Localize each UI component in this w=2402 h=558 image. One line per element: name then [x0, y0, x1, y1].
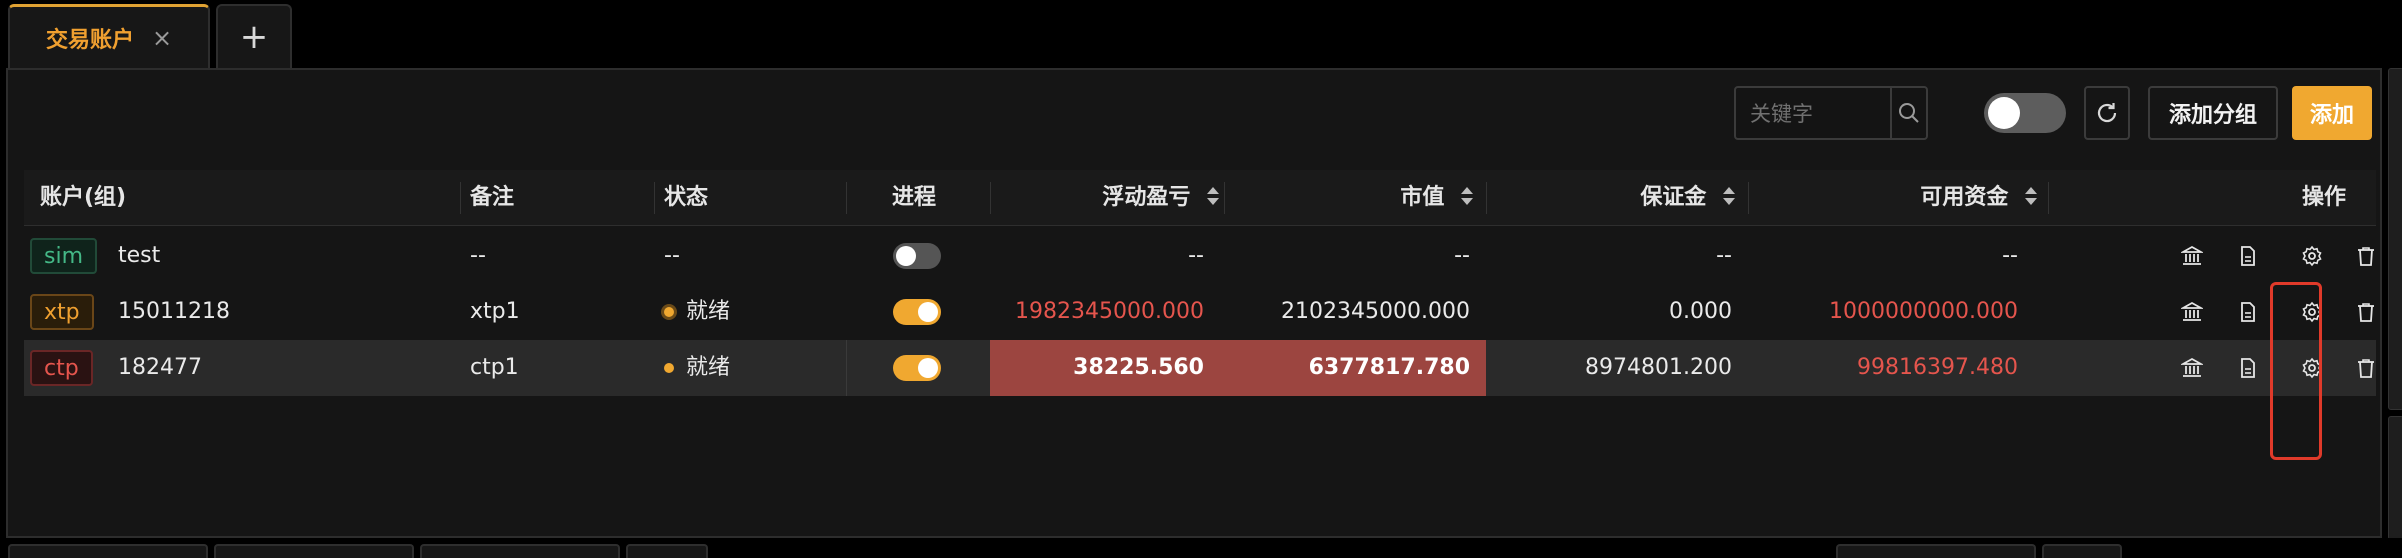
- settings-highlight-box: [2270, 282, 2322, 460]
- status-dot: [664, 307, 674, 317]
- margin-cell: 0.000: [1669, 299, 1732, 324]
- table-row[interactable]: xtp 15011218 xtp1 就绪 1982345000.000 2102…: [24, 284, 2376, 340]
- display-toggle[interactable]: [1984, 93, 2066, 133]
- header-margin[interactable]: 保证金: [1486, 170, 1736, 226]
- bottom-tab[interactable]: [8, 544, 208, 558]
- sort-icon: [1723, 187, 1735, 205]
- status-cell: 就绪: [664, 340, 730, 396]
- account-type-tag: ctp: [30, 350, 93, 386]
- search-icon: [1899, 103, 1919, 123]
- bottom-tab[interactable]: [214, 544, 414, 558]
- header-floating-pnl-label: 浮动盈亏: [1102, 185, 1191, 210]
- column-divider: [654, 182, 655, 214]
- table-row[interactable]: sim test -- -- -- -- -- --: [24, 228, 2376, 284]
- status-text: 就绪: [686, 355, 731, 380]
- tab-bar: 交易账户 × +: [0, 0, 2402, 70]
- add-group-button[interactable]: 添加分组: [2148, 86, 2278, 140]
- bank-icon[interactable]: [2181, 357, 2203, 379]
- bottom-tab[interactable]: [2042, 544, 2122, 558]
- account-id: test: [118, 243, 161, 268]
- plus-icon: +: [239, 17, 269, 57]
- status-cell: --: [664, 243, 680, 268]
- column-divider: [846, 340, 847, 396]
- floating-pnl-cell: --: [1188, 243, 1204, 268]
- market-value-cell: --: [1454, 243, 1470, 268]
- settings-gear-icon[interactable]: [2301, 245, 2323, 267]
- note-cell: xtp1: [470, 299, 520, 324]
- header-available-label: 可用资金: [1920, 185, 2009, 210]
- scrollbar-track-lower[interactable]: [2388, 416, 2402, 540]
- document-icon[interactable]: [2237, 357, 2259, 379]
- available-funds-cell: --: [2002, 243, 2018, 268]
- sort-icon: [1207, 187, 1219, 205]
- header-actions: 操作: [2302, 185, 2347, 210]
- market-value-cell: 2102345000.000: [1281, 299, 1470, 324]
- tab-trading-accounts[interactable]: 交易账户 ×: [8, 4, 210, 68]
- available-funds-cell: 1000000000.000: [1829, 299, 2018, 324]
- add-tab-button[interactable]: +: [216, 4, 292, 68]
- bank-icon[interactable]: [2181, 245, 2203, 267]
- toggle-knob: [1988, 97, 2020, 129]
- column-divider: [460, 182, 461, 214]
- header-floating-pnl[interactable]: 浮动盈亏: [990, 170, 1220, 226]
- right-scrollbar[interactable]: [2384, 68, 2402, 540]
- header-margin-label: 保证金: [1640, 185, 1707, 210]
- process-toggle[interactable]: [893, 243, 941, 269]
- tab-label: 交易账户: [45, 27, 134, 53]
- trash-icon[interactable]: [2355, 357, 2377, 379]
- column-divider: [2048, 182, 2049, 214]
- table-header: 账户(组) 备注 状态 进程 浮动盈亏 市值 保证金 可用资金 操作: [24, 170, 2376, 226]
- available-funds-cell: 99816397.480: [1857, 355, 2018, 380]
- bottom-tab[interactable]: [626, 544, 708, 558]
- document-icon[interactable]: [2237, 301, 2259, 323]
- header-account[interactable]: 账户(组): [40, 170, 126, 226]
- add-account-button[interactable]: 添加: [2292, 86, 2372, 140]
- table-row-selected[interactable]: ctp 182477 ctp1 就绪 38225.560 6377817.780…: [24, 340, 2376, 396]
- process-toggle[interactable]: [893, 299, 941, 325]
- refresh-button[interactable]: [2084, 86, 2130, 140]
- document-icon[interactable]: [2237, 245, 2259, 267]
- status-dot: [664, 363, 674, 373]
- header-available-funds[interactable]: 可用资金: [1748, 170, 2038, 226]
- refresh-icon: [2097, 103, 2117, 123]
- note-cell: --: [470, 243, 486, 268]
- note-cell: ctp1: [470, 355, 519, 380]
- column-divider: [846, 182, 847, 214]
- header-market-value[interactable]: 市值: [1224, 170, 1474, 226]
- floating-pnl-cell: 1982345000.000: [1015, 299, 1204, 324]
- process-toggle[interactable]: [893, 355, 941, 381]
- sort-icon: [2025, 187, 2037, 205]
- bank-icon[interactable]: [2181, 301, 2203, 323]
- header-note[interactable]: 备注: [470, 170, 514, 226]
- sort-icon: [1461, 187, 1473, 205]
- account-id: 15011218: [118, 299, 230, 324]
- scrollbar-track-upper[interactable]: [2388, 68, 2402, 410]
- bottom-tab[interactable]: [1836, 544, 2036, 558]
- status-cell: 就绪: [664, 284, 730, 340]
- header-market-value-label: 市值: [1400, 185, 1445, 210]
- market-value-cell: 6377817.780: [1308, 355, 1470, 380]
- close-icon[interactable]: ×: [152, 26, 172, 50]
- header-status[interactable]: 状态: [664, 170, 708, 226]
- trash-icon[interactable]: [2355, 245, 2377, 267]
- account-type-tag: xtp: [30, 294, 94, 330]
- search-button[interactable]: [1890, 88, 1926, 138]
- account-type-tag: sim: [30, 238, 98, 274]
- search-box: [1734, 86, 1928, 140]
- bottom-tab[interactable]: [420, 544, 620, 558]
- bottom-tab-strip: [0, 538, 2402, 558]
- status-text: 就绪: [686, 299, 731, 324]
- search-input[interactable]: [1736, 88, 1890, 140]
- account-id: 182477: [118, 355, 202, 380]
- accounts-panel: 添加分组 添加 账户(组) 备注 状态 进程 浮动盈亏 市值 保证金 可用资金: [6, 68, 2382, 538]
- margin-cell: 8974801.200: [1585, 355, 1732, 380]
- margin-cell: --: [1716, 243, 1732, 268]
- header-process[interactable]: 进程: [892, 170, 936, 226]
- trash-icon[interactable]: [2355, 301, 2377, 323]
- floating-pnl-cell: 38225.560: [1073, 355, 1204, 380]
